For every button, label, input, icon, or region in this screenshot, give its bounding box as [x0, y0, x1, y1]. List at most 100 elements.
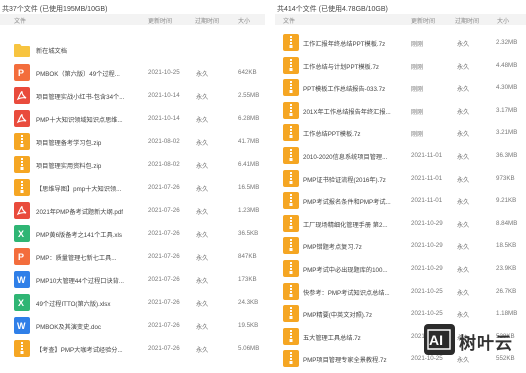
file-date: 2021-10-14 [148, 92, 180, 99]
svg-text:W: W [17, 321, 26, 331]
file-row[interactable]: 【思维导图】pmp十大知识领... 2021-07-26 永久 16.5MB [0, 178, 265, 201]
file-row[interactable]: 项目管理实战小红书-包含34个... 2021-10-14 永久 2.55MB [0, 86, 265, 109]
svg-text:W: W [17, 275, 26, 285]
file-name[interactable]: 工作总结与计划PPT模板.7z [303, 62, 408, 71]
svg-text:X: X [18, 298, 24, 308]
file-name[interactable]: 工厂现场精细化管理手册 第2... [303, 220, 408, 229]
file-row[interactable]: 工作汇报年终总结PPT模板.7z 刚刚 永久 2.32MB [275, 33, 526, 56]
file-row[interactable]: 【考查】PMP大咖考试经验分... 2021-07-26 永久 5.06MB [0, 339, 265, 362]
file-name[interactable]: 工作总结PPT模板.7z [303, 129, 408, 138]
col-date[interactable]: 更新时间 [411, 16, 435, 25]
file-date: 2021-11-01 [411, 174, 443, 182]
file-row[interactable]: 项目管理实用资料包.zip 2021-08-02 永久 6.41MB [0, 155, 265, 178]
file-row[interactable]: PMP考试报名条件和PMP考试... 2021-11-01 永久 9.21KB [275, 191, 526, 214]
file-name[interactable]: 【思维导图】pmp十大知识领... [36, 184, 146, 193]
file-name[interactable]: PMP精要(中英文对照).7z [303, 310, 408, 319]
file-size: 4.30MB [496, 84, 518, 92]
file-expiry: 永久 [457, 131, 470, 139]
file-row[interactable]: 新在城文档 [0, 40, 265, 63]
file-size: 9.21KB [496, 197, 517, 205]
file-name[interactable]: PMP错题考点复习.7z [303, 242, 408, 251]
file-row[interactable]: W PMBOK及其演变史.doc 2021-07-26 永久 19.5KB [0, 316, 265, 339]
file-row[interactable]: 工厂现场精细化管理手册 第2... 2021-10-29 永久 8.84MB [275, 214, 526, 237]
file-name[interactable]: 五大管理工具总结.7z [303, 333, 408, 342]
right-table-header: 文件 更新时间 过期时间 大小 [275, 14, 526, 25]
file-row[interactable]: P PMP：质量管理七新七工具... 2021-07-26 永久 847KB [0, 247, 265, 270]
file-row[interactable]: PMP错题考点复习.7z 2021-10-29 永久 18.5KB [275, 236, 526, 259]
file-date: 2021-10-29 [411, 265, 443, 272]
file-row[interactable]: PMP考试中必出现题库的100... 2021-10-29 永久 23.9KB [275, 259, 526, 282]
col-name[interactable]: 文件 [283, 16, 295, 25]
col-size[interactable]: 大小 [497, 16, 509, 25]
zip-icon [283, 214, 299, 232]
file-name[interactable]: PMBOK及其演变史.doc [36, 322, 146, 331]
file-name[interactable]: 项目管理实用资料包.zip [36, 161, 146, 170]
file-row[interactable]: 2021年PMP备考试题新大纲.pdf 2021-07-26 永久 1.23MB [0, 201, 265, 224]
file-size: 3.17MB [496, 106, 518, 114]
file-row[interactable]: X 49个过程ITTO(第六版).xlsx 2021-07-26 永久 24.3KB [0, 293, 265, 316]
file-row[interactable]: 2010-2020信息系统项目管理... 2021-11-01 永久 36.3MB [275, 146, 526, 169]
file-name[interactable]: 2010-2020信息系统项目管理... [303, 152, 408, 161]
file-name[interactable]: 新在城文档 [36, 46, 146, 55]
file-name[interactable]: PMP：质量管理七新七工具... [36, 253, 146, 262]
zip-icon [14, 133, 30, 150]
file-size: 16.5MB [238, 184, 260, 191]
zip-icon [283, 192, 299, 210]
file-row[interactable]: P PMBOK（第六版）49个过程... 2021-10-25 永久 642KB [0, 63, 265, 86]
col-expiry[interactable]: 过期时间 [195, 16, 219, 25]
file-row[interactable]: PMP精要(中英文对照).7z 2021-10-25 永久 1.18MB [275, 304, 526, 327]
file-name[interactable]: 201X年工作总结报告年终汇报... [303, 107, 408, 116]
file-name[interactable]: PMBOK（第六版）49个过程... [36, 69, 146, 78]
file-size: 5.06MB [238, 345, 260, 352]
doc-icon: W [14, 271, 30, 288]
file-name[interactable]: 49个过程ITTO(第六版).xlsx [36, 299, 146, 308]
file-name[interactable]: 快参考：PMP考试知识点总结... [303, 288, 408, 297]
file-date: 2021-07-26 [148, 230, 180, 237]
file-row[interactable]: PMP十大知识领域知识点思维... 2021-10-14 永久 6.28MB [0, 109, 265, 132]
file-row[interactable]: 工作总结与计划PPT模板.7z 刚刚 永久 4.48MB [275, 56, 526, 79]
panel-divider [267, 0, 273, 373]
file-row[interactable]: 201X年工作总结报告年终汇报... 刚刚 永久 3.17MB [275, 101, 526, 124]
file-name[interactable]: PMP项目管理专家全景教程.7z [303, 355, 408, 364]
zip-icon [283, 350, 299, 368]
file-name[interactable]: PMP考试报名条件和PMP考试... [303, 197, 408, 206]
col-size[interactable]: 大小 [238, 16, 250, 25]
file-name[interactable]: PMP10大管理44个过程口诀背... [36, 276, 146, 285]
file-date: 2021-07-26 [148, 253, 180, 260]
col-date[interactable]: 更新时间 [148, 16, 172, 25]
file-date: 刚刚 [411, 63, 424, 71]
file-date: 2021-07-26 [148, 345, 180, 352]
zip-icon [283, 34, 299, 51]
file-row[interactable]: PMP证书验证流程(2016年).7z 2021-11-01 永久 973KB [275, 169, 526, 192]
col-expiry[interactable]: 过期时间 [455, 16, 479, 25]
file-row[interactable]: 工作总结PPT模板.7z 刚刚 永久 3.21MB [275, 123, 526, 146]
file-expiry: 永久 [196, 278, 209, 285]
file-expiry: 永久 [457, 289, 470, 297]
file-name[interactable]: 项目管理备考学习包.zip [36, 138, 146, 147]
file-name[interactable]: 【考查】PMP大咖考试经验分... [36, 345, 146, 354]
folder-icon [14, 41, 30, 58]
file-name[interactable]: 工作汇报年终总结PPT模板.7z [303, 39, 408, 48]
file-size: 8.84MB [496, 219, 518, 227]
file-name[interactable]: 2021年PMP备考试题新大纲.pdf [36, 207, 146, 216]
file-name[interactable]: PMP黄6版备考之141个工具.xls [36, 230, 146, 239]
file-size: 6.28MB [238, 115, 260, 122]
file-row[interactable]: 快参考：PMP考试知识点总结... 2021-10-25 永久 26.7KB [275, 282, 526, 305]
file-size: 1.18MB [496, 310, 518, 318]
pdf-icon [14, 87, 30, 104]
file-row[interactable]: W PMP10大管理44个过程口诀背... 2021-07-26 永久 173KB [0, 270, 265, 293]
file-size: 41.7MB [238, 138, 260, 145]
svg-text:P: P [18, 252, 24, 262]
file-name[interactable]: PPT模板工作总结报告-033.7z [303, 84, 408, 93]
col-name[interactable]: 文件 [14, 16, 26, 25]
file-name[interactable]: PMP证书验证流程(2016年).7z [303, 175, 408, 184]
file-row[interactable]: X PMP黄6版备考之141个工具.xls 2021-07-26 永久 36.5KB [0, 224, 265, 247]
file-row[interactable]: 项目管理备考学习包.zip 2021-08-02 永久 41.7MB [0, 132, 265, 155]
file-row[interactable]: PPT模板工作总结报告-033.7z 刚刚 永久 4.30MB [275, 78, 526, 101]
file-name[interactable]: 项目管理实战小红书-包含34个... [36, 92, 146, 101]
zip-icon [283, 305, 299, 323]
file-name[interactable]: PMP考试中必出现题库的100... [303, 265, 408, 274]
file-expiry: 永久 [457, 86, 470, 94]
file-name[interactable]: PMP十大知识领域知识点思维... [36, 115, 146, 124]
file-size: 642KB [238, 69, 257, 76]
